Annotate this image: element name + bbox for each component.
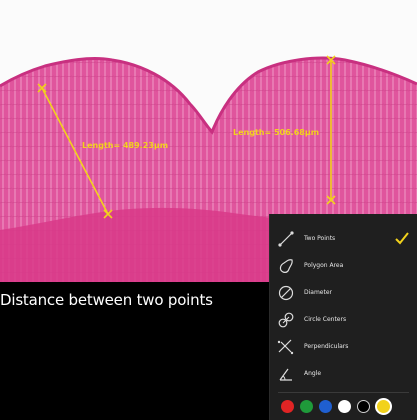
color-palette [270, 396, 417, 418]
checkmark-icon [394, 230, 410, 246]
tool-circle-centers[interactable]: Circle Centers [270, 307, 417, 332]
perpendiculars-icon [275, 336, 297, 358]
circle-centers-icon [275, 309, 297, 331]
tool-diameter[interactable]: Diameter [270, 280, 417, 305]
tool-label: Angle [304, 370, 322, 377]
tool-label: Diameter [304, 289, 333, 296]
tool-label: Polygon Area [304, 262, 344, 269]
measurement-label-1: Length= 489.23μm [82, 141, 168, 150]
color-swatch-black[interactable] [357, 400, 370, 413]
color-swatch-blue[interactable] [319, 400, 332, 413]
color-swatch-green[interactable] [300, 400, 313, 413]
tool-angle[interactable]: Angle [270, 361, 417, 386]
color-swatch-white[interactable] [338, 400, 351, 413]
angle-icon [275, 363, 297, 385]
caption-text: Distance between two points [0, 291, 213, 309]
tool-polygon-area[interactable]: Polygon Area [270, 253, 417, 278]
polygon-area-icon [275, 255, 297, 277]
color-swatch-red[interactable] [281, 400, 294, 413]
measurement-tool-menu: Two Points Polygon Area Diameter Circle … [269, 214, 417, 420]
measurement-label-2: Length= 506.68μm [233, 128, 319, 137]
diameter-icon [275, 282, 297, 304]
menu-divider [278, 392, 409, 393]
tool-label: Perpendiculars [304, 343, 349, 350]
tool-perpendiculars[interactable]: Perpendiculars [270, 334, 417, 359]
color-swatch-yellow-selected[interactable] [375, 398, 392, 415]
tool-label: Circle Centers [304, 316, 347, 323]
tool-label: Two Points [304, 235, 336, 242]
two-points-line-icon [275, 228, 297, 250]
tool-two-points[interactable]: Two Points [270, 226, 417, 251]
